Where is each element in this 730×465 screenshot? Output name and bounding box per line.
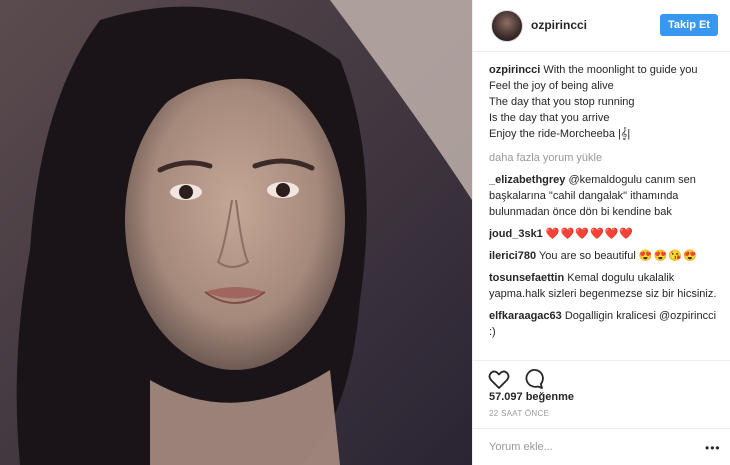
caption-line: The day that you stop running <box>489 96 635 108</box>
list-item: _elizabethgrey @kemaldogulu canım sen ba… <box>489 172 721 220</box>
comments-section: ozpirincci With the moonlight to guide y… <box>489 62 721 358</box>
post-header: ozpirincci Takip Et <box>473 0 730 52</box>
post-actions: 57.097 beğenme 22 SAAT ÖNCE <box>473 360 730 432</box>
likes-count[interactable]: 57.097 beğenme <box>489 391 574 403</box>
ellipsis-icon[interactable]: ••• <box>705 441 721 455</box>
caption-line: Feel the joy of being alive <box>489 80 614 92</box>
caption-line: Is the day that you arrive <box>489 112 610 124</box>
comment-text: You are so beautiful <box>538 250 636 262</box>
post-sidebar: ozpirincci Takip Et ozpirincci With the … <box>472 0 730 465</box>
heart-emoji-group: ❤️❤️❤️❤️❤️❤️ <box>545 228 635 240</box>
list-item: elfkaraagac63 Dogalligin kralicesi @ozpi… <box>489 308 721 340</box>
follow-button[interactable]: Takip Et <box>660 14 718 36</box>
add-comment-bar: ••• <box>473 428 730 465</box>
comment-username[interactable]: ilerici780 <box>489 250 536 262</box>
avatar[interactable] <box>491 10 523 42</box>
comment-username[interactable]: elfkaraagac63 <box>489 310 562 322</box>
caption-line: Enjoy the ride-Morcheeba <box>489 128 615 140</box>
comment-username[interactable]: tosunsefaettin <box>489 272 564 284</box>
music-note-icon: |𝄞| <box>618 128 631 140</box>
post-photo[interactable] <box>0 0 472 465</box>
comment-input[interactable] <box>489 437 689 457</box>
face-emoji-group: 😍😍😘😍 <box>638 250 698 262</box>
post-timestamp: 22 SAAT ÖNCE <box>489 409 550 418</box>
load-more-comments-link[interactable]: daha fazla yorum yükle <box>489 150 721 166</box>
comment-username[interactable]: _elizabethgrey <box>489 174 565 186</box>
caption-username[interactable]: ozpirincci <box>489 64 540 76</box>
portrait-image <box>0 0 472 465</box>
header-username[interactable]: ozpirincci <box>531 18 587 32</box>
list-item: joud_3sk1 ❤️❤️❤️❤️❤️❤️ <box>489 226 721 242</box>
caption-line: With the moonlight to guide you <box>543 64 698 76</box>
post-caption: ozpirincci With the moonlight to guide y… <box>489 62 721 142</box>
comment-username[interactable]: joud_3sk1 <box>489 228 543 240</box>
list-item: tosunsefaettin Kemal dogulu ukalalik yap… <box>489 270 721 302</box>
speech-bubble-icon[interactable] <box>521 367 545 391</box>
list-item: ilerici780 You are so beautiful 😍😍😘😍 <box>489 248 721 264</box>
heart-outline-icon[interactable] <box>487 367 511 391</box>
